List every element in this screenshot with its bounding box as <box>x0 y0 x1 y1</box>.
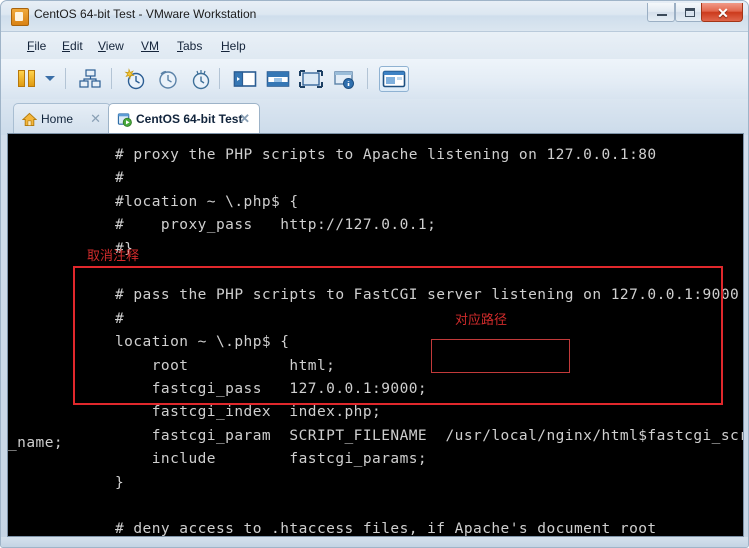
terminal-line: fastcgi_param SCRIPT_FILENAME /usr/local… <box>115 427 744 444</box>
terminal-line: } <box>115 474 125 491</box>
console-view-icon <box>382 70 406 88</box>
menu-bar: File Edit View VM Tabs Help <box>1 32 748 59</box>
terminal-line: # proxy_pass http://127.0.0.1; <box>115 217 437 234</box>
menu-file-label: ile <box>34 39 47 53</box>
minimize-icon <box>657 14 667 16</box>
menu-tabs[interactable]: Tabs <box>173 37 206 55</box>
toolbar-divider-1 <box>65 68 66 89</box>
snapshot-manager-icon <box>79 69 101 88</box>
annotation-path-label: 对应路径 <box>455 313 508 328</box>
toolbar-divider-3 <box>219 68 220 89</box>
toolbar-divider-2 <box>111 68 112 89</box>
vmware-workstation-window: CentOS 64-bit Test - VMware Workstation … <box>0 0 749 548</box>
snapshot-add-icon <box>124 68 145 90</box>
fullscreen-button[interactable] <box>298 67 324 91</box>
window-bottom-strip <box>1 537 748 547</box>
vmware-vm-icon <box>11 8 29 26</box>
terminal-line: # proxy the PHP scripts to Apache listen… <box>115 147 657 163</box>
maximize-button[interactable] <box>675 3 703 22</box>
tab-strip: Home ✕ CentOS 64-bit Test ✕ <box>1 99 748 135</box>
menu-view[interactable]: View <box>94 37 128 55</box>
terminal-line: # deny access to .htaccess files, if Apa… <box>115 521 657 537</box>
menu-edit-label: dit <box>70 39 83 53</box>
tab-centos-64-bit-test[interactable]: CentOS 64-bit Test ✕ <box>108 103 260 135</box>
tab-centos-close-icon[interactable]: ✕ <box>239 111 250 127</box>
tab-centos-label: CentOS 64-bit Test <box>136 112 243 126</box>
tab-home[interactable]: Home ✕ <box>13 103 111 135</box>
unity-info-icon <box>334 71 354 89</box>
annotation-box-location-block <box>73 266 723 405</box>
tab-home-label: Home <box>41 112 74 126</box>
terminal-line: #location ~ \.php$ { <box>115 193 299 210</box>
terminal-line: # <box>115 170 125 187</box>
tab-home-close-icon[interactable]: ✕ <box>90 111 101 127</box>
revert-snapshot-button[interactable] <box>156 67 180 91</box>
window-title: CentOS 64-bit Test - VMware Workstation <box>34 7 257 21</box>
snapshot-manager-button[interactable] <box>189 67 213 91</box>
vm-play-icon <box>117 113 132 127</box>
unity-mode-button[interactable] <box>331 67 357 91</box>
thumbnail-bar-icon <box>266 71 290 87</box>
suspend-button[interactable] <box>18 70 38 88</box>
manage-snapshots-button[interactable] <box>78 67 102 91</box>
menu-tabs-label: abs <box>183 39 203 53</box>
title-bar: CentOS 64-bit Test - VMware Workstation … <box>1 1 748 32</box>
toolbar <box>1 59 748 100</box>
take-snapshot-button[interactable] <box>123 67 147 91</box>
suspend-dropdown-chevron-down-icon[interactable] <box>45 76 55 81</box>
sidebar-panel-icon <box>233 71 257 87</box>
snapshot-revert-icon <box>159 70 177 89</box>
close-button[interactable]: ✕ <box>701 3 743 22</box>
terminal-line: include fastcgi_params; <box>115 451 428 468</box>
toolbar-divider-4 <box>367 68 368 89</box>
show-thumbnails-button[interactable] <box>265 67 291 91</box>
menu-help-label: elp <box>229 39 246 53</box>
annotation-uncomment-label: 取消注释 <box>87 249 140 264</box>
console-view-button[interactable] <box>379 66 409 92</box>
minimize-button[interactable] <box>647 3 675 22</box>
show-library-button[interactable] <box>232 67 258 91</box>
menu-view-label: iew <box>105 39 124 53</box>
annotation-box-script-path <box>431 339 570 373</box>
snapshot-clock-icon <box>192 70 210 90</box>
menu-edit[interactable]: Edit <box>58 37 87 55</box>
home-icon <box>22 112 37 126</box>
close-icon: ✕ <box>717 5 729 21</box>
menu-vm[interactable]: VM <box>137 37 163 55</box>
fullscreen-icon <box>299 70 323 88</box>
menu-file[interactable]: File <box>23 37 50 55</box>
menu-help[interactable]: Help <box>217 37 250 55</box>
maximize-icon <box>685 8 695 17</box>
